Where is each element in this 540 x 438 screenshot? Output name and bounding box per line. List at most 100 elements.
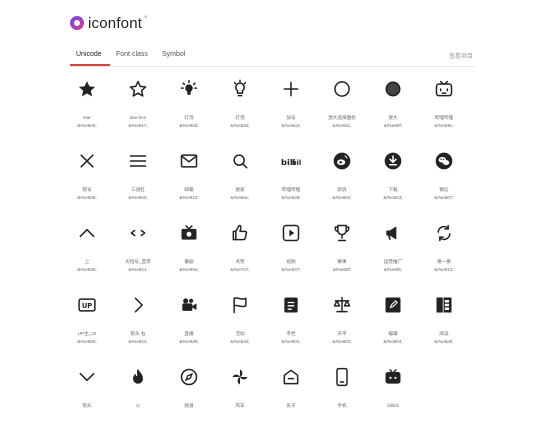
icon-code: &#xe603;	[332, 339, 352, 344]
article-icon	[280, 294, 302, 316]
icon-cell[interactable]: 换一换 &#xe612;	[418, 222, 470, 294]
thumbs-up-icon	[229, 222, 251, 244]
icon-cell[interactable]: 错号 &#xe606;	[61, 150, 113, 222]
icon-code: &#xe6ab;	[434, 339, 454, 344]
circle-dark-icon	[382, 78, 404, 100]
icon-cell[interactable]: 放大选择图标 &#xe6bc;	[316, 78, 368, 150]
bilibili-logo-icon: bilibili	[280, 150, 302, 172]
icon-code: &#xe602;	[281, 339, 301, 344]
icon-code: &#xe6ac;	[230, 195, 250, 200]
chevron-up-icon	[76, 222, 98, 244]
icon-cell[interactable]: 哔哩哔哩 &#xe69c;	[418, 78, 470, 150]
icon-name: 编辑	[388, 331, 398, 336]
icon-cell[interactable]: 活动 &#xe64d;	[214, 294, 266, 366]
icon-name: 微信	[439, 187, 449, 192]
bulb-on-icon	[178, 78, 200, 100]
icon-cell[interactable]: 风车	[214, 366, 266, 438]
icon-name: 风车	[235, 403, 245, 408]
icon-name: star-line	[129, 115, 147, 120]
icon-cell[interactable]: 微信 &#xe607;	[418, 150, 470, 222]
icon-code: &#xe7a7;	[230, 267, 250, 272]
icon-cell[interactable]: 番剧 &#xe60a;	[163, 222, 215, 294]
icon-cell[interactable]: bilibili 哔哩哔哩 &#xe628;	[265, 150, 317, 222]
icon-name: 搜索	[235, 187, 245, 192]
icon-code: &#xe6f5;	[383, 267, 403, 272]
icon-cell[interactable]: 箭头	[61, 366, 113, 438]
icon-name: UP主_32	[77, 331, 97, 336]
chevron-right-icon	[127, 294, 149, 316]
icon-cell[interactable]: 房子	[265, 366, 317, 438]
icon-cell[interactable]: star-line &#xe617;	[112, 78, 164, 150]
tab-symbol[interactable]: Symbol	[162, 51, 185, 58]
icon-cell[interactable]: 下载 &#xe623;	[367, 150, 419, 222]
icon-name: 直播	[184, 331, 194, 336]
icon-code: &#xe65f;	[332, 267, 352, 272]
icon-cell[interactable]: 上 &#xe638;	[61, 222, 113, 294]
icon-cell[interactable]: 新浪 &#xe60e;	[316, 150, 368, 222]
tab-font-class[interactable]: Font class	[116, 51, 148, 58]
bilibili-small-icon	[382, 366, 404, 388]
icon-name: 赛事	[337, 259, 347, 264]
icon-cell[interactable]: 尖括号_首页 &#xe621;	[112, 222, 164, 294]
icon-cell[interactable]: 手机	[316, 366, 368, 438]
icon-name: 阅读	[439, 331, 449, 336]
icon-cell[interactable]: 搜索 &#xe6ac;	[214, 150, 266, 222]
icon-cell[interactable]: star &#xe6e5;	[61, 78, 113, 150]
icon-cell[interactable]: 三道杠 &#xe660;	[112, 150, 164, 222]
icon-name: 天平	[337, 331, 347, 336]
icon-code: &#xe660;	[128, 195, 148, 200]
video-play-icon	[280, 222, 302, 244]
icon-code: &#xe6e5;	[77, 123, 97, 128]
icon-cell[interactable]: 频道	[163, 366, 215, 438]
icon-code: &#xe638;	[77, 267, 97, 272]
icon-cell[interactable]: 赛事 &#xe65f;	[316, 222, 368, 294]
icon-cell[interactable]: 邮箱 &#xe610;	[163, 150, 215, 222]
icon-name: 频道	[184, 403, 194, 408]
logo[interactable]: iconfont *	[70, 12, 147, 34]
icon-name: 放大	[388, 115, 398, 120]
icon-cell[interactable]: 直播 &#xe6d9;	[163, 294, 215, 366]
fire-icon	[127, 366, 149, 388]
icon-code: &#xe606;	[77, 195, 97, 200]
icon-code: &#xe6a3;	[281, 123, 301, 128]
circle-outline-icon	[331, 78, 353, 100]
icon-cell[interactable]: 视频 &#xe637;	[265, 222, 317, 294]
icon-cell[interactable]: 火	[112, 366, 164, 438]
icon-cell[interactable]: 运营推广 &#xe6f5;	[367, 222, 419, 294]
icon-cell[interactable]: UP UP主_32 &#xe665;	[61, 294, 113, 366]
icon-name: 手机	[337, 403, 347, 408]
icon-name: 邮箱	[184, 187, 194, 192]
icon-name: 箭头	[82, 403, 92, 408]
icon-name: bilibili	[387, 403, 399, 408]
icon-cell[interactable]: 阅读 &#xe6ab;	[418, 294, 470, 366]
close-icon	[76, 150, 98, 172]
mail-icon	[178, 150, 200, 172]
icon-name: 上	[84, 259, 90, 264]
icon-cell[interactable]: 加号 &#xe6a3;	[265, 78, 317, 150]
icon-cell[interactable]: 专栏 &#xe602;	[265, 294, 317, 366]
icon-code: &#xe64d;	[230, 339, 250, 344]
logo-text: iconfont	[88, 14, 143, 32]
icon-cell[interactable]: 点赞 &#xe7a7;	[214, 222, 266, 294]
view-project-link[interactable]: 查看项目	[449, 51, 473, 60]
icon-cell[interactable]: 放大 &#xe69f;	[367, 78, 419, 150]
icon-name: 尖括号_首页	[125, 259, 151, 264]
icon-name: 加号	[286, 115, 296, 120]
tab-bar: Unicode Font class Symbol	[70, 48, 475, 67]
icon-name: star	[83, 115, 91, 120]
icon-cell[interactable]: 编辑 &#xe604;	[367, 294, 419, 366]
icon-cell[interactable]: 灯泡 &#xe60d;	[163, 78, 215, 150]
scale-icon	[331, 294, 353, 316]
trophy-icon	[331, 222, 353, 244]
icon-name: 专栏	[286, 331, 296, 336]
icon-code: &#xe610;	[179, 195, 199, 200]
icon-name: 房子	[286, 403, 296, 408]
tab-unicode[interactable]: Unicode	[76, 51, 102, 58]
icon-cell[interactable]: 灯泡 &#xe63d;	[214, 78, 266, 150]
icon-name: 哔哩哔哩	[281, 187, 301, 192]
icon-code: &#xe69c;	[434, 123, 454, 128]
icon-cell[interactable]: 箭头 右 &#xe624;	[112, 294, 164, 366]
icon-cell[interactable]: bilibili	[367, 366, 419, 438]
icon-name: 运营推广	[383, 259, 403, 264]
icon-cell[interactable]: 天平 &#xe603;	[316, 294, 368, 366]
